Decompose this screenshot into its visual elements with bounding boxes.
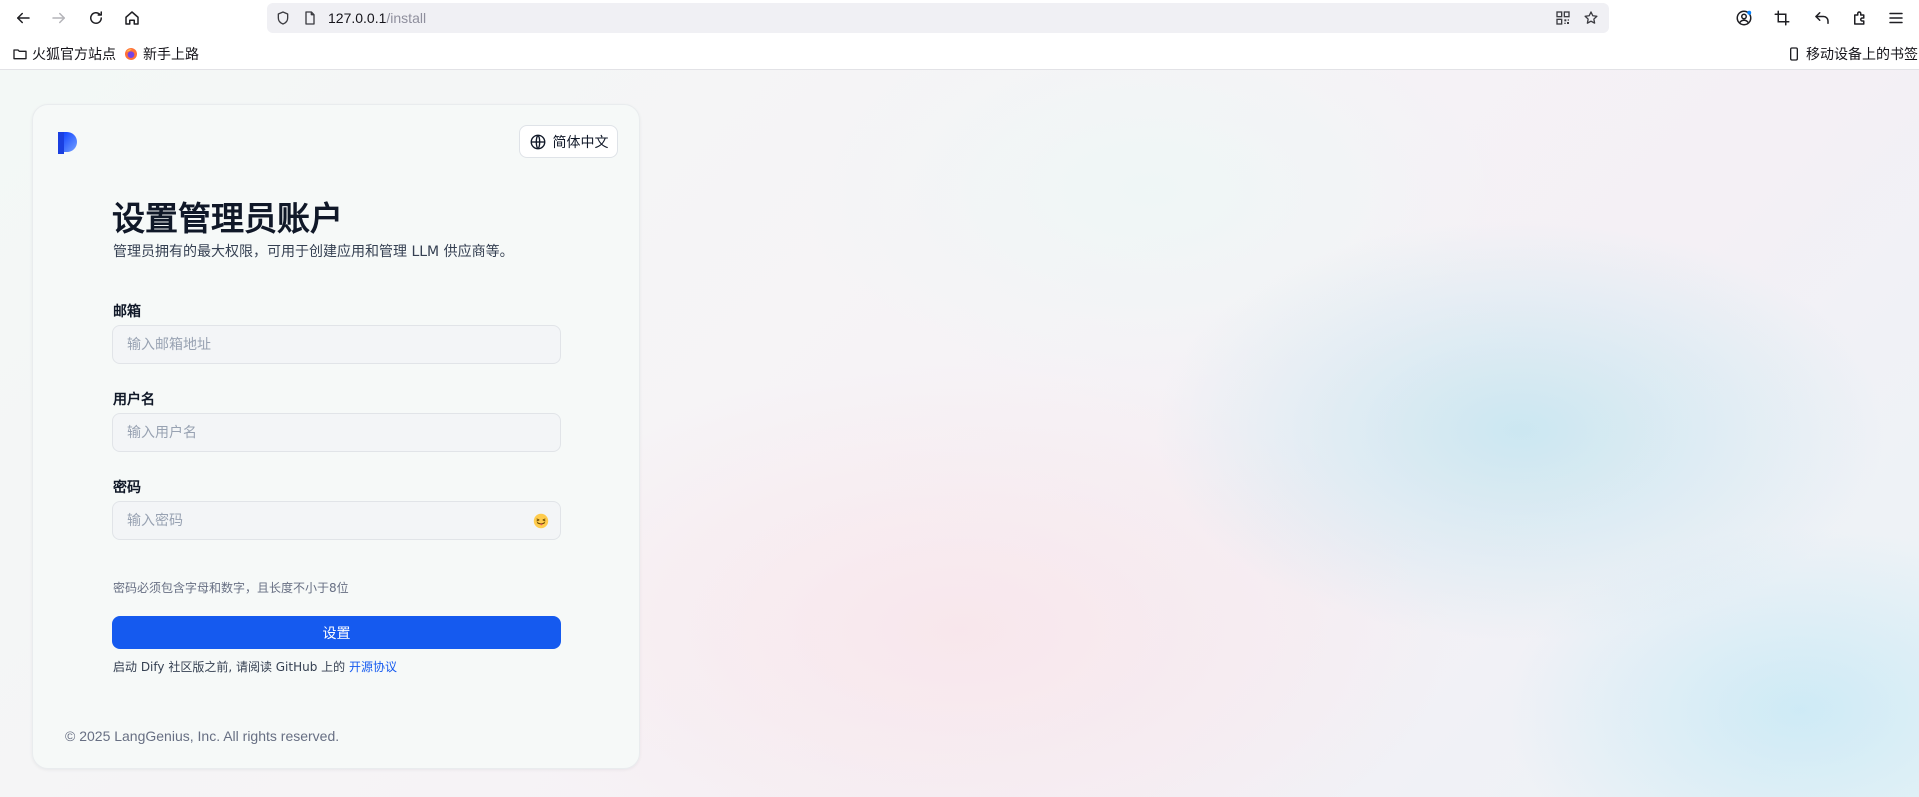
url-path: /install xyxy=(386,10,427,26)
mobile-bookmarks[interactable]: 移动设备上的书签 xyxy=(1786,44,1918,64)
extensions-icon[interactable] xyxy=(1847,6,1873,30)
menu-icon[interactable] xyxy=(1883,6,1909,30)
password-field-wrapper xyxy=(112,501,561,540)
shield-icon[interactable] xyxy=(274,9,292,27)
password-hint: 密码必须包含字母和数字，且长度不小于8位 xyxy=(113,581,349,595)
install-card: 简体中文 设置管理员账户 管理员拥有的最大权限，可用于创建应用和管理 LLM 供… xyxy=(32,104,640,769)
forward-arrow-icon[interactable] xyxy=(46,6,72,30)
open-source-license-link[interactable]: 开源协议 xyxy=(349,660,397,674)
reload-icon[interactable] xyxy=(83,6,109,30)
firefox-icon xyxy=(125,48,137,60)
show-password-toggle-icon[interactable] xyxy=(532,512,550,530)
email-field[interactable] xyxy=(113,326,560,363)
globe-icon xyxy=(530,134,545,149)
back-arrow-icon[interactable] xyxy=(10,6,36,30)
mobile-device-icon xyxy=(1790,47,1798,61)
bookmarks-bar: 火狐官方站点 新手上路 移动设备上的书签 xyxy=(0,37,1919,70)
language-selector[interactable]: 简体中文 xyxy=(519,125,618,158)
page-background: 简体中文 设置管理员账户 管理员拥有的最大权限，可用于创建应用和管理 LLM 供… xyxy=(0,70,1919,797)
language-label: 简体中文 xyxy=(552,134,609,151)
bookmark-star-icon[interactable] xyxy=(1582,9,1600,27)
browser-toolbar: 127.0.0.1/install xyxy=(0,0,1919,37)
bookmark-label: 火狐官方站点 xyxy=(32,47,116,63)
page-subtitle: 管理员拥有的最大权限，可用于创建应用和管理 LLM 供应商等。 xyxy=(113,244,514,260)
bookmark-getting-started[interactable]: 新手上路 xyxy=(123,44,199,64)
undo-icon[interactable] xyxy=(1809,6,1835,30)
email-label: 邮箱 xyxy=(113,304,141,320)
bookmark-label: 新手上路 xyxy=(143,47,199,63)
folder-icon xyxy=(13,49,27,60)
setup-submit-button[interactable]: 设置 xyxy=(112,616,561,649)
url-text[interactable]: 127.0.0.1/install xyxy=(328,10,426,26)
dify-logo-icon xyxy=(58,132,77,154)
copyright-footer: © 2025 LangGenius, Inc. All rights reser… xyxy=(65,728,340,744)
password-label: 密码 xyxy=(113,480,141,496)
url-bar[interactable]: 127.0.0.1/install xyxy=(267,3,1609,33)
mobile-bookmarks-label: 移动设备上的书签 xyxy=(1806,47,1918,63)
password-field[interactable] xyxy=(113,502,560,539)
bookmark-firefox-official[interactable]: 火狐官方站点 xyxy=(12,44,116,64)
page-title: 设置管理员账户 xyxy=(112,199,343,238)
url-host: 127.0.0.1 xyxy=(328,10,387,26)
qr-code-icon[interactable] xyxy=(1554,9,1572,27)
crop-screenshot-icon[interactable] xyxy=(1769,6,1795,30)
license-prefix: 启动 Dify 社区版之前, 请阅读 GitHub 上的 xyxy=(113,660,346,674)
username-field[interactable] xyxy=(113,414,560,451)
home-icon[interactable] xyxy=(119,6,145,30)
username-field-wrapper xyxy=(112,413,561,452)
page-icon[interactable] xyxy=(301,9,319,27)
username-label: 用户名 xyxy=(113,392,155,408)
license-notice: 启动 Dify 社区版之前, 请阅读 GitHub 上的 开源协议 xyxy=(113,658,397,675)
account-icon[interactable] xyxy=(1731,6,1757,30)
email-field-wrapper xyxy=(112,325,561,364)
